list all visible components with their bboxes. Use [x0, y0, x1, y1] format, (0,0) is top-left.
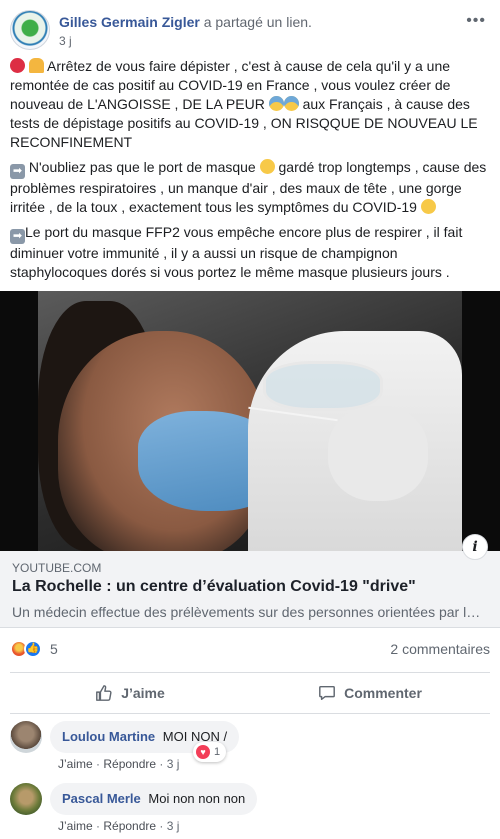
arrow-right-icon: ➡ — [10, 164, 25, 179]
comment-item: Pascal Merle Moi non non non J’aime · Ré… — [10, 783, 490, 835]
comment-reaction-badge[interactable]: ♥ 1 — [193, 742, 227, 762]
author-line: Gilles Germain Zigler a partagé un lien. — [59, 13, 312, 31]
red-circle-icon — [10, 58, 25, 73]
comment-time[interactable]: 3 j — [167, 819, 180, 833]
thumbs-up-icon — [96, 685, 112, 701]
author-name[interactable]: Gilles Germain Zigler — [59, 14, 200, 30]
commenter-avatar[interactable] — [10, 783, 42, 815]
comment-reaction-count: 1 — [214, 746, 221, 758]
reactions-bar: 👍 5 2 commentaires — [10, 639, 490, 661]
comment-text: Moi non non non — [148, 791, 246, 806]
post-timestamp[interactable]: 3 j — [59, 34, 72, 48]
comment-label: Commenter — [344, 685, 422, 701]
more-options-icon[interactable]: ••• — [466, 12, 486, 30]
medic-goggles — [263, 361, 383, 411]
link-preview-image[interactable] — [0, 291, 500, 551]
link-source: YOUTUBE.COM — [12, 561, 102, 575]
comment-reply-link[interactable]: Répondre — [103, 819, 156, 833]
info-icon[interactable]: i — [462, 534, 488, 560]
thinking-face-icon — [420, 199, 436, 214]
post-paragraph-3: ➡ Le port du masque FFP2 vous empêche enc… — [10, 223, 492, 282]
comment-bubble: Pascal Merle Moi non non non — [50, 783, 258, 815]
screaming-face-icon — [268, 96, 284, 111]
post-time[interactable]: 3 j — [59, 34, 72, 48]
link-description: Un médecin effectue des prélèvements sur… — [12, 604, 481, 620]
author-avatar[interactable] — [10, 10, 50, 50]
post-text: Arrêtez de vous faire dépister , c'est à… — [10, 57, 492, 288]
post-header: Gilles Germain Zigler a partagé un lien.… — [10, 10, 490, 50]
link-title[interactable]: La Rochelle : un centre d’évaluation Cov… — [12, 578, 488, 596]
comment-item: Loulou Martine MOI NON / ♥ 1 J’aime · Ré… — [10, 721, 490, 773]
like-icon[interactable]: 👍 — [24, 640, 42, 658]
like-label: J’aime — [121, 685, 165, 701]
mask-face-icon — [259, 159, 275, 174]
medic-glove — [328, 406, 428, 501]
praying-hands-icon — [28, 58, 44, 73]
post-action-text: a partagé un lien. — [203, 14, 312, 30]
anxious-face-icon — [283, 96, 299, 111]
comment-author[interactable]: Pascal Merle — [62, 791, 141, 806]
comment-like-link[interactable]: J’aime — [58, 757, 93, 771]
post-paragraph-2: ➡ N'oubliez pas que le port de masque ga… — [10, 158, 492, 217]
comment-meta: J’aime · Répondre · 3 j — [58, 819, 180, 833]
comment-time[interactable]: 3 j — [167, 757, 180, 771]
comment-bubble-icon — [319, 685, 336, 701]
comments-count[interactable]: 2 commentaires — [390, 641, 490, 657]
comment-button[interactable]: Commenter — [250, 673, 490, 713]
post-text-3: N'oubliez pas que le port de masque — [28, 159, 256, 175]
link-preview[interactable]: i YOUTUBE.COM La Rochelle : un centre d’… — [0, 534, 500, 628]
commenter-avatar[interactable] — [10, 721, 42, 753]
comment-author[interactable]: Loulou Martine — [62, 729, 155, 744]
reaction-count[interactable]: 5 — [50, 641, 58, 657]
heart-icon: ♥ — [196, 745, 210, 759]
covid-test-photo — [38, 291, 462, 551]
like-button[interactable]: J’aime — [10, 673, 250, 713]
post-paragraph-1: Arrêtez de vous faire dépister , c'est à… — [10, 57, 492, 152]
comment-reply-link[interactable]: Répondre — [103, 757, 156, 771]
arrow-right-icon: ➡ — [10, 229, 25, 244]
comment-meta: J’aime · Répondre · 3 j — [58, 757, 180, 771]
facebook-post: Gilles Germain Zigler a partagé un lien.… — [0, 0, 500, 839]
post-text-5: Le port du masque FFP2 vous empêche enco… — [10, 224, 463, 280]
post-actions: J’aime Commenter — [10, 672, 490, 714]
comment-like-link[interactable]: J’aime — [58, 819, 93, 833]
